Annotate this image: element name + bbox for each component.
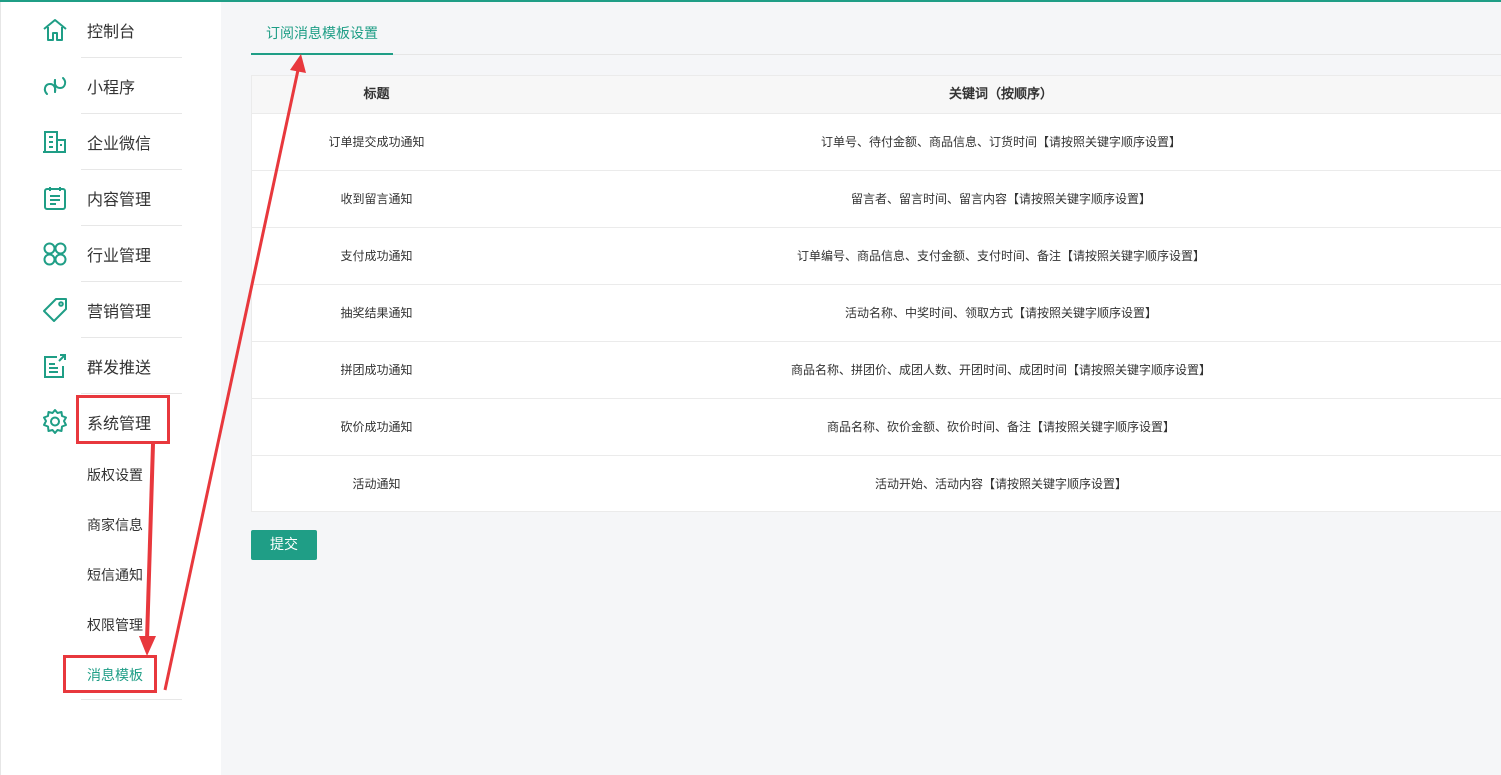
sidebar-item-label: 控制台 (87, 22, 136, 41)
sidebar-subitem-label: 权限管理 (87, 618, 143, 634)
building-icon (41, 128, 69, 156)
sidebar-item-wecom[interactable]: 企业微信 (1, 114, 222, 170)
sidebar-subitem-copyright[interactable]: 版权设置 (1, 450, 222, 500)
sidebar-subitem-label: 版权设置 (87, 468, 143, 484)
column-header-keywords: 关键词（按顺序） (948, 87, 1053, 102)
table-row: 抽奖结果通知 活动名称、中奖时间、领取方式【请按照关键字顺序设置】 (252, 285, 1501, 342)
sidebar-item-label: 内容管理 (87, 190, 152, 209)
sidebar-subitem-permissions[interactable]: 权限管理 (1, 600, 222, 650)
share-icon (41, 352, 69, 380)
table-row: 支付成功通知 订单编号、商品信息、支付金额、支付时间、备注【请按照关键字顺序设置… (252, 228, 1501, 285)
cell-title: 订单提交成功通知 (328, 135, 425, 149)
cell-title: 抽奖结果通知 (340, 306, 413, 320)
home-icon (41, 16, 69, 44)
sidebar-item-label: 小程序 (87, 78, 136, 97)
sidebar-item-dashboard[interactable]: 控制台 (1, 2, 222, 58)
column-header-title: 标题 (363, 87, 390, 102)
template-table: 标题 关键词（按顺序） 订单提交成功通知 订单号、待付金额、商品信息、订货时间【… (251, 75, 1501, 512)
cell-title: 砍价成功通知 (340, 420, 413, 434)
cell-keywords: 订单号、待付金额、商品信息、订货时间【请按照关键字顺序设置】 (820, 135, 1181, 149)
cell-title: 活动通知 (352, 477, 401, 491)
tab-subscribe-template[interactable]: 订阅消息模板设置 (251, 14, 393, 55)
cell-keywords: 订单编号、商品信息、支付金额、支付时间、备注【请按照关键字顺序设置】 (796, 249, 1205, 263)
cell-title: 支付成功通知 (340, 249, 413, 263)
sidebar-subitem-merchant-info[interactable]: 商家信息 (1, 500, 222, 550)
annotation-box-system (76, 395, 170, 444)
table-row: 活动通知 活动开始、活动内容【请按照关键字顺序设置】 (252, 456, 1501, 513)
annotation-arrowhead-up (290, 54, 306, 73)
cell-title: 拼团成功通知 (340, 363, 413, 377)
cell-keywords: 活动名称、中奖时间、领取方式【请按照关键字顺序设置】 (844, 306, 1157, 320)
gear-icon (41, 408, 69, 436)
submit-button[interactable]: 提交 (251, 530, 317, 560)
sidebar-item-miniprogram[interactable]: 小程序 (1, 58, 222, 114)
sidebar-item-label: 群发推送 (87, 358, 152, 377)
table-row: 收到留言通知 留言者、留言时间、留言内容【请按照关键字顺序设置】 (252, 171, 1501, 228)
cell-title: 收到留言通知 (340, 192, 413, 206)
sidebar-subitem-sms[interactable]: 短信通知 (1, 550, 222, 600)
sidebar-item-label: 营销管理 (87, 302, 152, 321)
cell-keywords: 留言者、留言时间、留言内容【请按照关键字顺序设置】 (850, 192, 1151, 206)
tag-icon (41, 296, 69, 324)
sidebar-item-label: 行业管理 (87, 246, 152, 265)
miniprogram-icon (41, 72, 69, 100)
clipboard-icon (41, 184, 69, 212)
cell-keywords: 活动开始、活动内容【请按照关键字顺序设置】 (874, 477, 1127, 491)
sidebar-subitem-label: 商家信息 (87, 518, 143, 534)
cell-keywords: 商品名称、砍价金额、砍价时间、备注【请按照关键字顺序设置】 (826, 420, 1175, 434)
cell-keywords: 商品名称、拼团价、成团人数、开团时间、成团时间【请按照关键字顺序设置】 (790, 363, 1211, 377)
sidebar-item-label: 企业微信 (87, 134, 152, 153)
sidebar-item-marketing[interactable]: 营销管理 (1, 282, 222, 338)
tab-bar: 订阅消息模板设置 (251, 14, 1501, 55)
clover-icon (41, 240, 69, 268)
table-header: 标题 关键词（按顺序） (252, 76, 1501, 114)
top-accent-line (0, 0, 1501, 2)
sidebar-item-industry[interactable]: 行业管理 (1, 226, 222, 282)
annotation-box-message-template (63, 655, 157, 693)
sidebar-subitem-label: 短信通知 (87, 568, 143, 584)
table-row: 砍价成功通知 商品名称、砍价金额、砍价时间、备注【请按照关键字顺序设置】 (252, 399, 1501, 456)
table-row: 订单提交成功通知 订单号、待付金额、商品信息、订货时间【请按照关键字顺序设置】 (252, 114, 1501, 171)
sidebar-item-broadcast[interactable]: 群发推送 (1, 338, 222, 394)
table-row: 拼团成功通知 商品名称、拼团价、成团人数、开团时间、成团时间【请按照关键字顺序设… (252, 342, 1501, 399)
sidebar-item-content[interactable]: 内容管理 (1, 170, 222, 226)
